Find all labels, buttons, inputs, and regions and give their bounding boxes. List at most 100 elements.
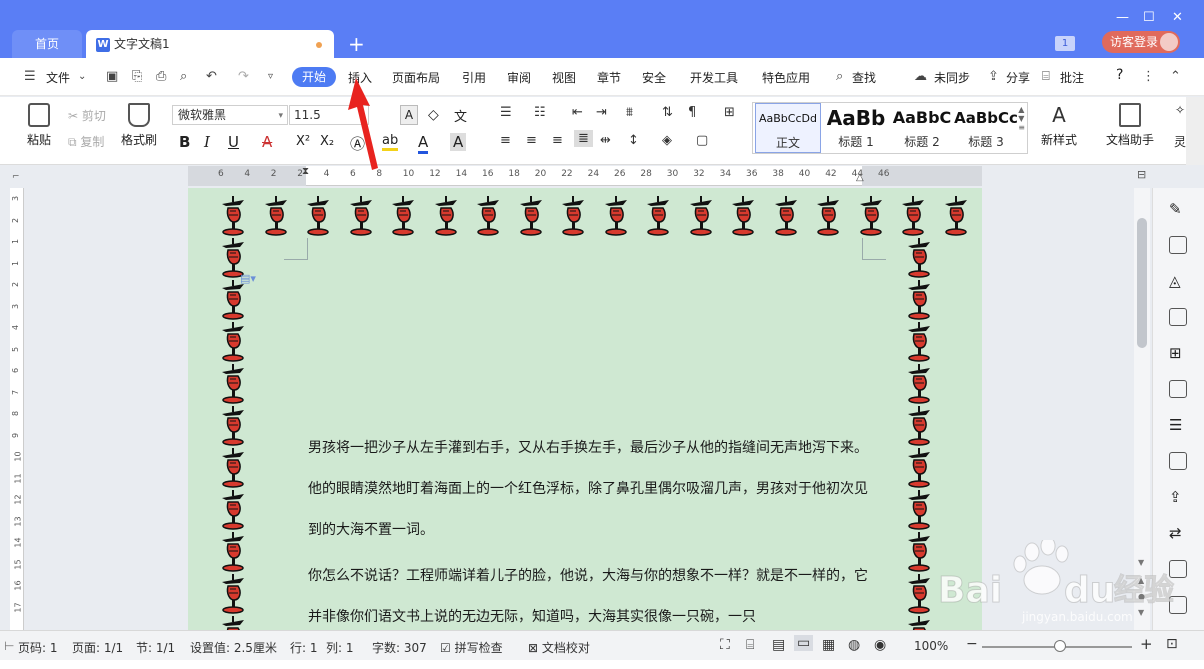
tab-review[interactable]: 审阅 (507, 69, 531, 86)
doc-assistant-button[interactable]: 文档助手 (1102, 103, 1158, 148)
ruler-toggle-icon[interactable]: ⊟ (1137, 168, 1146, 181)
align-center-icon[interactable]: ≡ (526, 133, 537, 148)
phonetic-icon[interactable]: 文 (454, 106, 467, 125)
more-options-icon[interactable]: ⋮ (1142, 69, 1155, 84)
paragraph[interactable]: 男孩将一把沙子从左手灌到右手，又从右手换左手，最后沙子从他的指缝间无声地泻下来。… (308, 428, 868, 551)
close-icon[interactable]: ✕ (1172, 10, 1183, 25)
tab-document[interactable]: W 文字文稿1 (86, 30, 334, 58)
web-layout-icon[interactable]: ▦ (822, 637, 835, 653)
align-left-icon[interactable]: ≡ (500, 133, 511, 148)
settings-sliders-icon[interactable]: ☰ (1169, 416, 1187, 434)
page-view-icon[interactable]: ▭ (794, 635, 814, 651)
print-icon[interactable]: ⎙ (156, 69, 166, 84)
tab-chapter[interactable]: 章节 (597, 69, 621, 86)
comment-icon[interactable]: ⌸ (1042, 69, 1050, 84)
share-icon[interactable]: ⇪ (988, 69, 999, 84)
font-color-icon[interactable]: A (418, 133, 429, 154)
tab-stop-icon[interactable]: ⌐ (12, 172, 20, 182)
ribbon-scroll[interactable] (1186, 97, 1204, 165)
vertical-ruler[interactable]: 3 2 1 1 2 3 4 5 6 7 8 9 10 11 12 13 14 15 16 17 (10, 188, 24, 630)
collapse-ribbon-icon[interactable]: ⌃ (1170, 69, 1181, 84)
cloud-icon[interactable]: ☁ (914, 69, 927, 84)
chinese-layout-icon[interactable]: ⩩ (626, 105, 633, 120)
outline-view-icon[interactable]: ▤ (772, 637, 785, 653)
indent-marker-icon[interactable]: ⧗ (302, 166, 309, 177)
share-side-icon[interactable]: ⇪ (1169, 488, 1187, 506)
line-spacing-icon[interactable]: ↕ (628, 133, 639, 148)
chevron-down-icon[interactable]: ⌄ (78, 71, 86, 82)
page-count[interactable]: 页面: 1/1 (72, 639, 123, 656)
save-icon[interactable]: ▣ (106, 69, 118, 84)
style-heading-1[interactable]: AaBb 标题 1 (823, 103, 889, 153)
italic-button[interactable]: I (204, 133, 210, 151)
image-icon[interactable] (1169, 452, 1187, 470)
tab-start[interactable]: 开始 (292, 67, 336, 87)
document-page[interactable]: ▤▾ 男孩将一把沙子从左手灌到右手，又从右手换左手，最后沙子从他的指缝间无声地泻… (188, 188, 982, 630)
fullscreen-icon[interactable]: ⛶ (720, 637, 730, 653)
new-tab-button[interactable]: + (348, 32, 365, 56)
style-heading-3[interactable]: AaBbCc 标题 3 (953, 103, 1019, 153)
bold-button[interactable]: B (179, 133, 190, 151)
spell-check-button[interactable]: ☑ 拼写检查 (440, 639, 503, 656)
undo-icon[interactable]: ↶ (206, 69, 217, 84)
underline-button[interactable]: U (228, 133, 239, 151)
guest-login-button[interactable]: 访客登录 (1102, 31, 1180, 53)
help-button[interactable]: ? (1116, 67, 1123, 83)
scrollbar-thumb[interactable] (1137, 218, 1147, 348)
show-marks-icon[interactable]: ¶ (688, 105, 696, 120)
paste-options-icon[interactable]: ▤▾ (240, 272, 256, 285)
menu-file[interactable]: 文件 (46, 69, 70, 86)
horizontal-ruler[interactable]: ⌐ 6 4 2 2 4 6 8 10 12 14 16 18 20 22 24 26 28 30 32 34 36 38 4… (0, 166, 1204, 188)
numbering-icon[interactable]: ☷ (534, 105, 546, 120)
chart-icon[interactable] (1169, 380, 1187, 398)
right-indent-marker-icon[interactable]: △ (856, 172, 864, 183)
gallery-scroll-icon[interactable]: ▲ ▼ ≡ (1018, 105, 1025, 132)
font-name-select[interactable]: 微软雅黑 ▾ (172, 105, 288, 125)
section-count[interactable]: 节: 1/1 (136, 639, 175, 656)
tab-page-layout[interactable]: 页面布局 (392, 69, 440, 86)
search-icon[interactable]: ⌕ (836, 69, 843, 84)
window-count-badge[interactable]: 1 (1055, 36, 1075, 51)
comment-button[interactable]: 批注 (1060, 69, 1084, 86)
border-icon[interactable]: ▢ (696, 133, 708, 148)
globe-icon[interactable]: ◍ (848, 637, 860, 653)
style-heading-2[interactable]: AaBbC 标题 2 (889, 103, 955, 153)
justify-icon[interactable]: ≣ (574, 130, 593, 147)
tab-view[interactable]: 视图 (552, 69, 576, 86)
customize-caret-icon[interactable]: ▿ (268, 71, 273, 82)
style-normal[interactable]: AaBbCcDd 正文 (755, 103, 821, 153)
new-style-button[interactable]: A 新样式 (1034, 103, 1084, 148)
paste-button[interactable]: 粘贴 (22, 103, 56, 148)
apps-icon[interactable]: ⊞ (1169, 344, 1187, 362)
print-preview-icon[interactable]: ⌕ (180, 69, 187, 84)
cut-button[interactable]: ✂ 剪切 (68, 107, 106, 124)
hamburger-icon[interactable]: ☰ (24, 69, 36, 84)
table-icon[interactable] (1169, 308, 1187, 326)
align-right-icon[interactable]: ≡ (552, 133, 563, 148)
indent-icon[interactable]: ⇥ (596, 105, 607, 120)
subscript-button[interactable]: X₂ (320, 134, 334, 149)
row-indicator[interactable]: 行: 1 (290, 639, 318, 656)
style-icon[interactable]: ◬ (1169, 272, 1187, 290)
format-painter-button[interactable]: 格式刷 (118, 103, 160, 148)
distribute-icon[interactable]: ⇹ (600, 133, 611, 148)
shading-icon[interactable]: ◈ (662, 133, 672, 148)
status-left-icon[interactable]: ⊢ (4, 639, 14, 653)
superscript-button[interactable]: X² (296, 134, 310, 149)
read-mode-icon[interactable]: ⌸ (746, 637, 754, 653)
bullets-icon[interactable]: ☰ (500, 105, 512, 120)
copy-button[interactable]: ⧉ 复制 (68, 133, 104, 150)
maximize-icon[interactable]: ☐ (1143, 10, 1155, 25)
tab-security[interactable]: 安全 (642, 69, 666, 86)
sync-status[interactable]: 未同步 (934, 69, 970, 86)
outdent-icon[interactable]: ⇤ (572, 105, 583, 120)
doc-check-button[interactable]: ⊠ 文档校对 (528, 639, 590, 656)
tab-references[interactable]: 引用 (462, 69, 486, 86)
eye-protection-icon[interactable]: ◉ (874, 637, 886, 653)
word-count[interactable]: 字数: 307 (372, 639, 427, 656)
share-button[interactable]: 分享 (1006, 69, 1030, 86)
redo-icon[interactable]: ↷ (238, 69, 249, 84)
edit-icon[interactable]: ✎ (1169, 200, 1187, 218)
page-number[interactable]: 页码: 1 (18, 639, 58, 656)
setting-value[interactable]: 设置值: 2.5厘米 (190, 639, 277, 656)
